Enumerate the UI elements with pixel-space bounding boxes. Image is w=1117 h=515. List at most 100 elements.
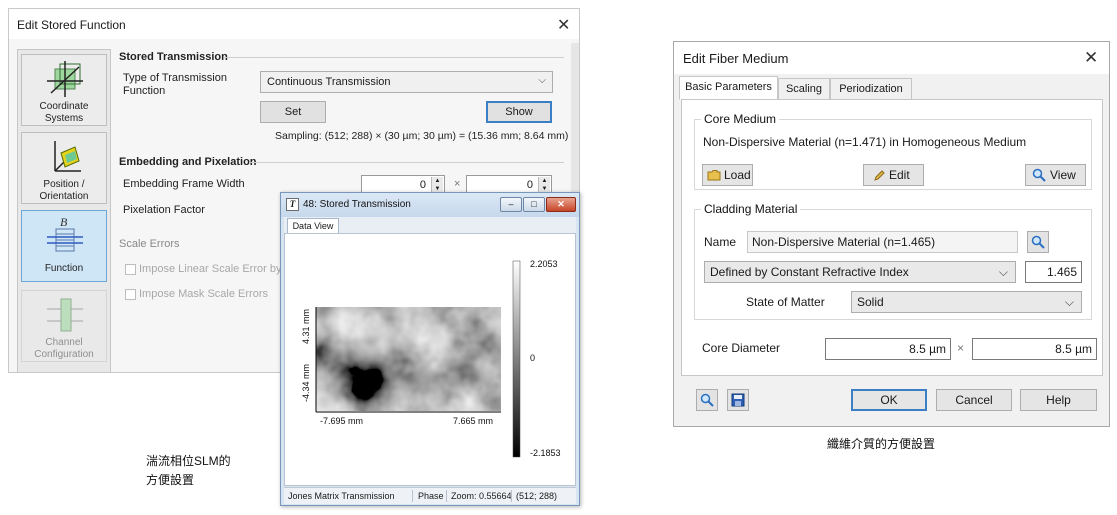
- rail-label: Position / Orientation: [39, 179, 89, 202]
- dialog-title-bar: Edit Fiber Medium ✕: [674, 42, 1109, 74]
- document-icon: T: [286, 198, 299, 211]
- spinner-arrows-icon[interactable]: ▲ ▼: [538, 177, 550, 193]
- section-title-scale-errors: Scale Errors: [119, 238, 180, 250]
- frame-width-y-value: 0: [526, 179, 533, 191]
- caption-right: 纖維介質的方便設置: [827, 437, 936, 451]
- y-tick-label: 4.31 mm: [301, 309, 311, 344]
- refractive-index-field[interactable]: 1.465: [1025, 261, 1082, 283]
- load-button[interactable]: Load: [702, 164, 753, 186]
- rail-item-function[interactable]: B Function: [21, 210, 107, 282]
- status-separator: [412, 490, 413, 502]
- magnifier-icon: [1031, 235, 1045, 249]
- save-button[interactable]: [727, 389, 749, 411]
- rail-label: Coordinate Systems: [39, 101, 89, 124]
- pixelation-factor-label: Pixelation Factor: [123, 204, 205, 216]
- x-tick-label: -7.695 mm: [320, 416, 363, 426]
- state-of-matter-value: Solid: [857, 295, 884, 309]
- close-icon[interactable]: ✕: [1084, 48, 1098, 68]
- cladding-name-field[interactable]: Non-Dispersive Material (n=1.465): [747, 231, 1018, 253]
- rail-label: Channel Configuration: [34, 337, 94, 360]
- mask-scale-error-label: Impose Mask Scale Errors: [139, 288, 268, 300]
- stored-transmission-window: T 48: Stored Transmission ‒ □ ✕ Data Vie…: [280, 192, 580, 506]
- rail-item-position-orientation[interactable]: Position / Orientation: [21, 132, 107, 204]
- section-divider: [249, 162, 564, 163]
- linear-scale-error-label: Impose Linear Scale Error by S: [139, 263, 292, 275]
- data-view-canvas[interactable]: -7.695 mm 7.665 mm 4.31 mm -4.34 mm 2.20…: [284, 233, 576, 486]
- status-separator: [511, 490, 512, 502]
- load-label: Load: [724, 168, 751, 182]
- show-button[interactable]: Show: [486, 101, 552, 123]
- transmission-type-value: Continuous Transmission: [267, 76, 391, 88]
- transmission-type-dropdown[interactable]: Continuous Transmission ⌵: [260, 71, 553, 93]
- pencil-icon: [874, 170, 885, 181]
- basic-parameters-panel: Core Medium Non-Dispersive Material (n=1…: [681, 99, 1103, 376]
- rail-item-coordinate-systems[interactable]: Coordinate Systems: [21, 54, 107, 126]
- cancel-button[interactable]: Cancel: [936, 389, 1012, 411]
- state-of-matter-dropdown[interactable]: Solid ⌵: [851, 291, 1082, 313]
- cladding-name-label: Name: [704, 235, 737, 249]
- tab-scaling[interactable]: Scaling: [778, 78, 830, 100]
- spinner-arrows-icon[interactable]: ▲ ▼: [431, 177, 443, 193]
- frame-width-x-value: 0: [419, 179, 426, 191]
- core-diameter-y-field[interactable]: 8.5 µm: [972, 338, 1097, 360]
- category-rail: Coordinate Systems Position / Orientatio…: [17, 49, 111, 372]
- rail-item-channel-configuration[interactable]: Channel Configuration: [21, 290, 107, 362]
- status-size: (512; 288): [516, 491, 558, 501]
- window-title-bar[interactable]: T 48: Stored Transmission ‒ □ ✕: [281, 193, 579, 217]
- maximize-icon[interactable]: □: [523, 197, 545, 212]
- core-medium-description: Non-Dispersive Material (n=1.471) in Hom…: [703, 135, 1027, 149]
- status-quantity: Phase: [418, 491, 444, 501]
- window-title: 48: Stored Transmission: [303, 199, 411, 210]
- y-tick-label: -4.34 mm: [301, 364, 311, 402]
- chevron-down-icon: ⌵: [1064, 295, 1074, 309]
- close-icon[interactable]: ✕: [546, 197, 576, 212]
- dialog-title-bar: Edit Stored Function ✕: [9, 9, 579, 39]
- status-mode: Jones Matrix Transmission: [288, 491, 395, 501]
- function-glyph: B: [60, 215, 68, 229]
- core-diameter-label: Core Diameter: [702, 341, 781, 355]
- embedding-frame-width-label: Embedding Frame Width: [123, 178, 245, 190]
- tab-periodization[interactable]: Periodization: [830, 78, 912, 100]
- status-bar: Jones Matrix Transmission Phase Zoom: 0.…: [284, 487, 576, 504]
- tab-data-view[interactable]: Data View: [287, 218, 339, 233]
- linear-scale-error-checkbox[interactable]: [125, 264, 136, 275]
- chevron-down-icon: ⌵: [538, 75, 546, 86]
- dialog-title: Edit Fiber Medium: [683, 51, 789, 66]
- view-button[interactable]: View: [1025, 164, 1086, 186]
- channel-configuration-icon: [47, 298, 83, 332]
- magnifier-icon: [1032, 168, 1046, 182]
- cladding-view-button[interactable]: [1027, 231, 1049, 253]
- position-orientation-icon: [54, 141, 81, 172]
- cladding-name-value: Non-Dispersive Material (n=1.465): [752, 235, 936, 249]
- core-diameter-x-value: 8.5 µm: [909, 342, 946, 356]
- preview-button[interactable]: [696, 389, 718, 411]
- mask-scale-error-checkbox[interactable]: [125, 289, 136, 300]
- edit-button[interactable]: Edit: [863, 164, 924, 186]
- section-divider: [224, 57, 564, 58]
- help-button[interactable]: Help: [1020, 389, 1097, 411]
- minimize-icon[interactable]: ‒: [500, 197, 522, 212]
- caption-left-line2: 方便設置: [146, 473, 195, 487]
- core-medium-title: Core Medium: [701, 112, 780, 126]
- chevron-down-icon: ⌵: [998, 265, 1008, 279]
- coordinate-systems-icon: [47, 61, 83, 97]
- set-button[interactable]: Set: [260, 101, 326, 123]
- ok-button[interactable]: OK: [851, 389, 927, 411]
- magnifier-icon: [700, 393, 714, 407]
- core-diameter-x-field[interactable]: 8.5 µm: [825, 338, 951, 360]
- caption-left: 湍流相位SLM的 方便設置: [146, 452, 231, 490]
- x-tick-label: 7.665 mm: [453, 416, 493, 426]
- cladding-definition-dropdown[interactable]: Defined by Constant Refractive Index ⌵: [704, 261, 1016, 283]
- floppy-disk-icon: [731, 393, 745, 407]
- times-sign: ×: [454, 178, 461, 190]
- status-zoom: Zoom: 0.55664: [451, 491, 512, 501]
- heatmap-chart: -7.695 mm 7.665 mm 4.31 mm -4.34 mm 2.20…: [301, 259, 561, 458]
- sampling-info: Sampling: (512; 288) × (30 µm; 30 µm) = …: [275, 130, 569, 142]
- close-icon[interactable]: ✕: [557, 15, 570, 35]
- colorbar-label: 2.2053: [530, 259, 558, 269]
- times-sign: ×: [957, 341, 965, 355]
- state-of-matter-label: State of Matter: [746, 295, 825, 309]
- tab-basic-parameters[interactable]: Basic Parameters: [679, 76, 778, 100]
- dialog-title: Edit Stored Function: [17, 18, 126, 32]
- edit-label: Edit: [889, 168, 910, 182]
